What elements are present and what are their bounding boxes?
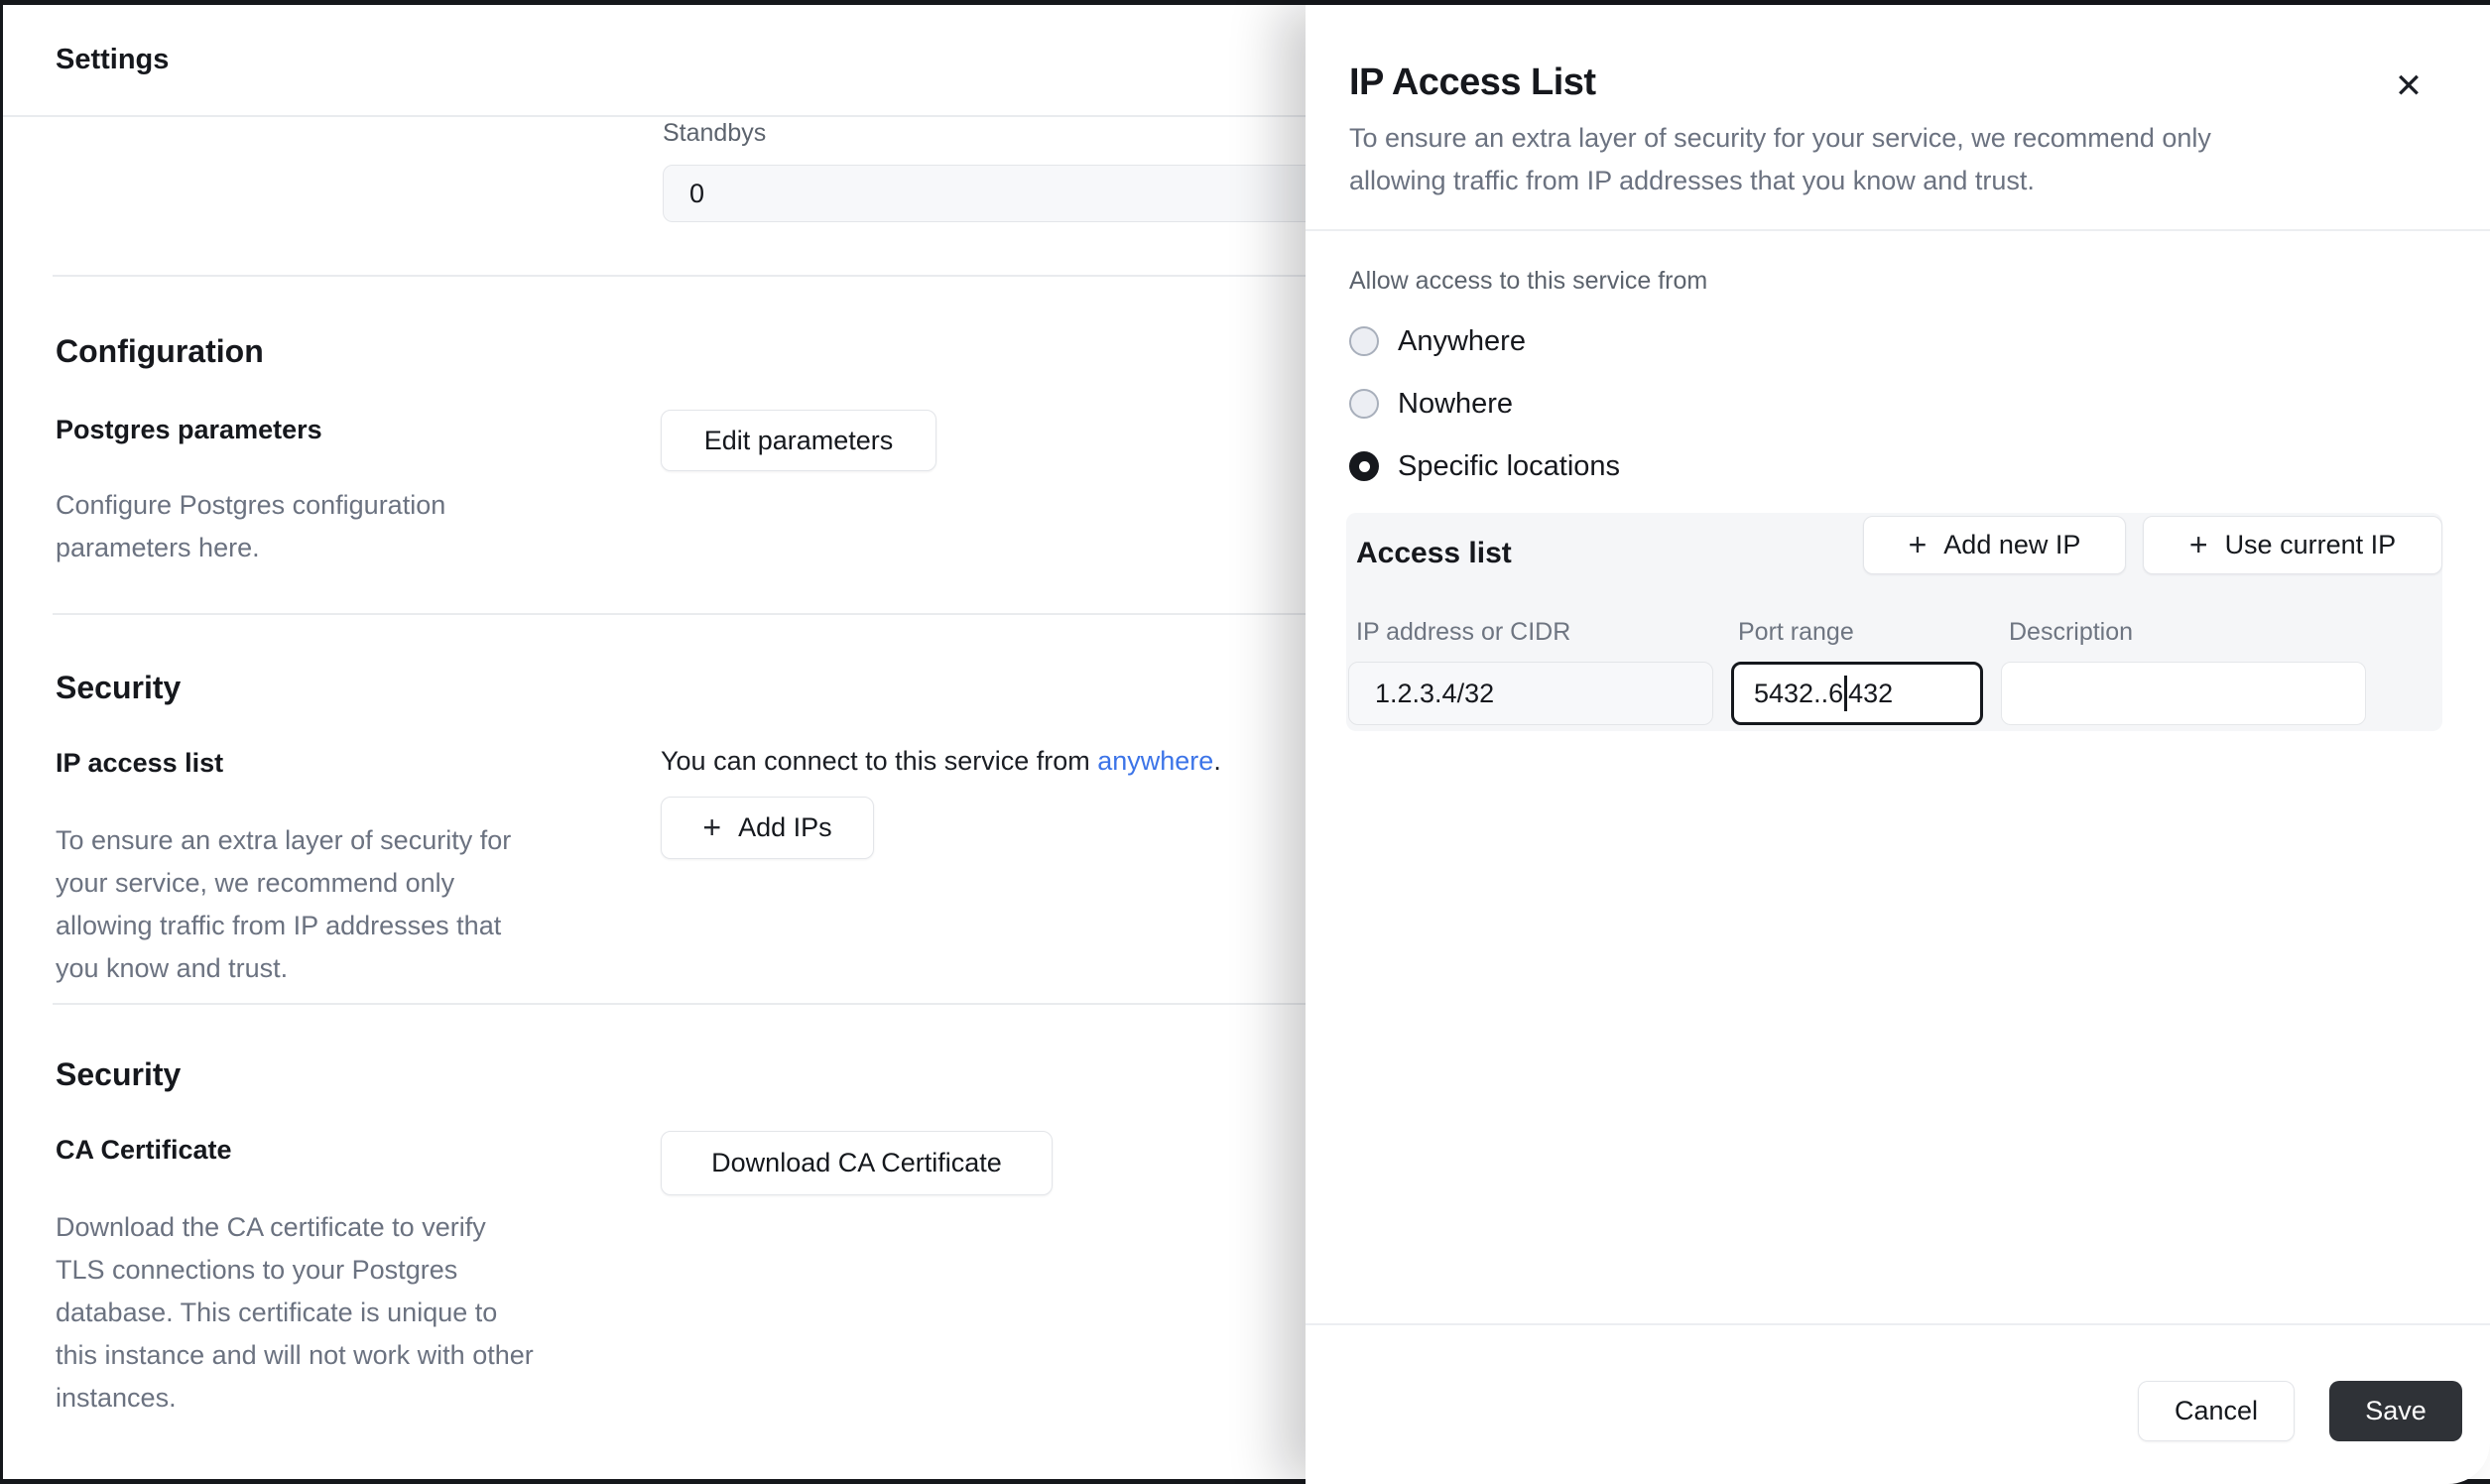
port-range-input[interactable]: 5432..6432 <box>1731 662 1983 725</box>
ca-certificate-label: CA Certificate <box>56 1135 232 1166</box>
text-line: TLS connections to your Postgres <box>56 1249 534 1292</box>
ip-address-input[interactable]: 1.2.3.4/32 <box>1348 662 1713 725</box>
column-header-port: Port range <box>1738 618 1854 647</box>
radio-nowhere-label: Nowhere <box>1398 388 1513 421</box>
plus-icon: + <box>2189 527 2208 563</box>
use-current-ip-label: Use current IP <box>2225 530 2397 560</box>
standbys-label: Standbys <box>663 119 766 148</box>
postgres-parameters-label: Postgres parameters <box>56 415 322 445</box>
standbys-value: 0 <box>689 179 704 209</box>
text-line: allowing traffic from IP addresses that <box>56 905 511 947</box>
security-ca-heading: Security <box>56 1056 181 1093</box>
download-ca-certificate-button[interactable]: Download CA Certificate <box>661 1131 1053 1195</box>
radio-selected-icon[interactable] <box>1349 451 1379 481</box>
ip-access-list-modal: IP Access List ✕ To ensure an extra laye… <box>1306 5 2490 1484</box>
port-range-value-before-caret: 5432..6 <box>1754 679 1843 709</box>
add-new-ip-label: Add new IP <box>1943 530 2080 560</box>
configuration-description: Configure Postgres configuration paramet… <box>56 484 445 569</box>
radio-nowhere[interactable]: Nowhere <box>1349 378 1513 430</box>
port-range-value-after-caret: 432 <box>1848 679 1893 709</box>
edit-parameters-label: Edit parameters <box>704 426 894 456</box>
security-heading: Security <box>56 670 181 706</box>
plus-icon: + <box>1909 527 1928 563</box>
text-line: To ensure an extra layer of security for <box>56 819 511 862</box>
text-caret <box>1844 676 1847 711</box>
add-ips-label: Add IPs <box>738 812 832 843</box>
ip-access-description: To ensure an extra layer of security for… <box>56 819 511 990</box>
use-current-ip-button[interactable]: + Use current IP <box>2143 516 2442 574</box>
connect-from-text: You can connect to this service from any… <box>661 746 1221 777</box>
edit-parameters-button[interactable]: Edit parameters <box>661 410 936 471</box>
app-root: Settings Standbys 0 Configuration Postgr… <box>0 0 2490 1484</box>
allow-access-label: Allow access to this service from <box>1349 267 1707 296</box>
radio-circle-icon[interactable] <box>1349 326 1379 356</box>
radio-specific-locations[interactable]: Specific locations <box>1349 440 1620 492</box>
radio-circle-icon[interactable] <box>1349 389 1379 419</box>
column-header-ip: IP address or CIDR <box>1356 618 1570 647</box>
cancel-button[interactable]: Cancel <box>2138 1381 2295 1441</box>
radio-anywhere-label: Anywhere <box>1398 325 1526 358</box>
text-line: Configure Postgres configuration <box>56 484 445 527</box>
text-line: your service, we recommend only <box>56 862 511 905</box>
access-list-heading: Access list <box>1356 537 1512 570</box>
text-line: Download the CA certificate to verify <box>56 1206 534 1249</box>
modal-title: IP Access List <box>1349 62 1596 104</box>
add-new-ip-button[interactable]: + Add new IP <box>1863 516 2126 574</box>
text-line: allowing traffic from IP addresses that … <box>1349 160 2361 202</box>
text-line: you know and trust. <box>56 947 511 990</box>
connect-prefix: You can connect to this service from <box>661 746 1097 776</box>
text-line: parameters here. <box>56 527 445 569</box>
connect-suffix: . <box>1213 746 1221 776</box>
page-title: Settings <box>56 44 169 76</box>
text-line: To ensure an extra layer of security for… <box>1349 117 2361 160</box>
text-line: instances. <box>56 1377 534 1420</box>
text-line: database. This certificate is unique to <box>56 1292 534 1334</box>
access-list-panel: Access list + Add new IP + Use current I… <box>1346 513 2442 731</box>
anywhere-link[interactable]: anywhere <box>1097 746 1213 776</box>
save-label: Save <box>2365 1396 2427 1426</box>
add-ips-button[interactable]: + Add IPs <box>661 797 874 859</box>
text-line: this instance and will not work with oth… <box>56 1334 534 1377</box>
ca-certificate-description: Download the CA certificate to verify TL… <box>56 1206 534 1420</box>
close-icon[interactable]: ✕ <box>2383 61 2434 112</box>
plus-icon: + <box>702 809 721 846</box>
modal-subtitle: To ensure an extra layer of security for… <box>1349 117 2361 202</box>
description-input[interactable] <box>2001 662 2366 725</box>
standbys-input[interactable]: 0 <box>663 165 1357 222</box>
modal-header-divider <box>1306 229 2490 231</box>
modal-footer-divider <box>1306 1323 2490 1325</box>
ip-address-value: 1.2.3.4/32 <box>1375 679 1494 709</box>
save-button[interactable]: Save <box>2329 1381 2462 1441</box>
radio-anywhere[interactable]: Anywhere <box>1349 315 1526 367</box>
radio-specific-locations-label: Specific locations <box>1398 450 1620 483</box>
configuration-heading: Configuration <box>56 333 264 370</box>
column-header-description: Description <box>2009 618 2133 647</box>
cancel-label: Cancel <box>2175 1396 2258 1426</box>
ip-access-list-label: IP access list <box>56 748 223 779</box>
download-ca-label: Download CA Certificate <box>711 1148 1002 1178</box>
